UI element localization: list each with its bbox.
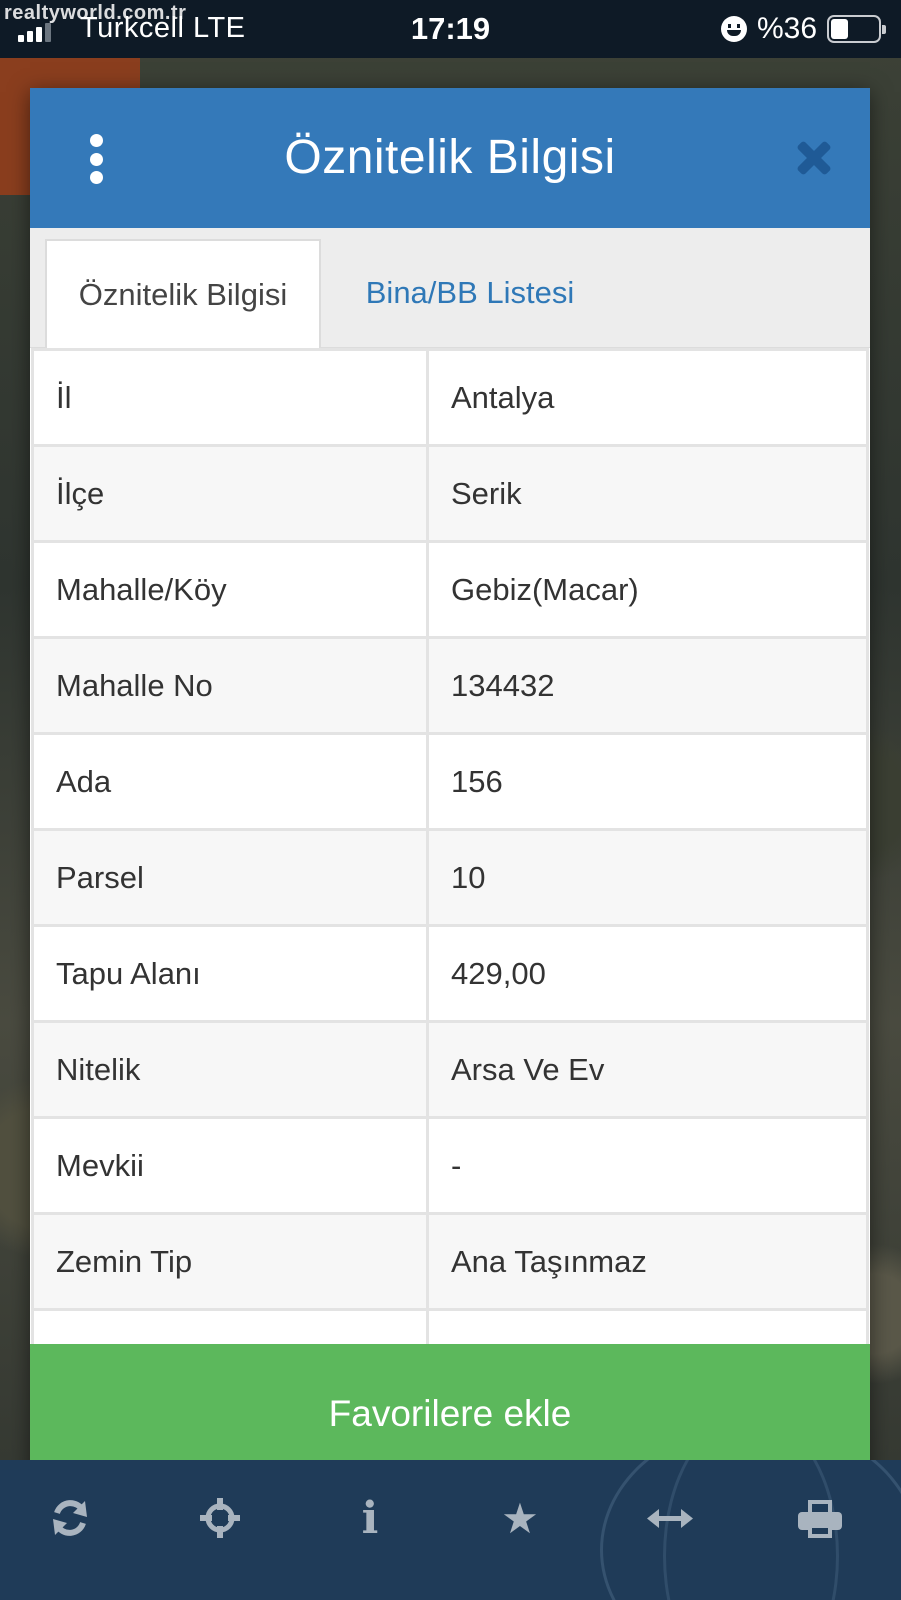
tab-building-list[interactable]: Bina/BB Listesi	[330, 238, 610, 348]
bottom-toolbar: i ★	[0, 1460, 901, 1600]
row-key: Nitelik	[31, 1020, 429, 1119]
table-row: İl Antalya	[31, 348, 869, 447]
row-key: Zemin Tip	[31, 1212, 429, 1311]
row-value: Antalya	[426, 348, 869, 447]
row-key: Mahalle No	[31, 636, 429, 735]
battery-icon	[827, 15, 886, 43]
star-icon[interactable]: ★	[490, 1488, 550, 1548]
modal-header: Öznitelik Bilgisi	[30, 88, 870, 228]
table-row	[31, 1308, 869, 1348]
row-value: 156	[426, 732, 869, 831]
watermark-text: realtyworld.com.tr	[4, 2, 187, 24]
row-key: Parsel	[31, 828, 429, 927]
row-value: Serik	[426, 444, 869, 543]
row-value: -	[426, 1116, 869, 1215]
table-row: Mahalle No 134432	[31, 636, 869, 735]
row-value: 134432	[426, 636, 869, 735]
battery-fill	[831, 19, 848, 39]
attribute-info-modal: Öznitelik Bilgisi Öznitelik Bilgisi Bina…	[30, 88, 870, 1484]
row-key-partial	[31, 1308, 429, 1348]
row-key: İlçe	[31, 444, 429, 543]
table-row: Mahalle/Köy Gebiz(Macar)	[31, 540, 869, 639]
status-right-group: %36	[720, 12, 886, 46]
close-icon[interactable]	[794, 138, 834, 178]
tab-attribute-info[interactable]: Öznitelik Bilgisi	[45, 239, 321, 349]
modal-title: Öznitelik Bilgisi	[284, 131, 616, 184]
row-key: Ada	[31, 732, 429, 831]
table-row: Parsel 10	[31, 828, 869, 927]
row-value: Ana Taşınmaz	[426, 1212, 869, 1311]
table-row: Nitelik Arsa Ve Ev	[31, 1020, 869, 1119]
row-value-partial	[426, 1308, 869, 1348]
row-value: 10	[426, 828, 869, 927]
row-key: Tapu Alanı	[31, 924, 429, 1023]
battery-percent: %36	[756, 12, 817, 45]
row-value: Gebiz(Macar)	[426, 540, 869, 639]
print-icon[interactable]	[790, 1488, 850, 1548]
crosshair-icon[interactable]	[190, 1488, 250, 1548]
smiley-icon	[720, 16, 747, 42]
table-row: Mevkii -	[31, 1116, 869, 1215]
table-row: Ada 156	[31, 732, 869, 831]
row-key: İl	[31, 348, 429, 447]
row-value: Arsa Ve Ev	[426, 1020, 869, 1119]
row-key: Mahalle/Köy	[31, 540, 429, 639]
tabs-bar: Öznitelik Bilgisi Bina/BB Listesi	[30, 228, 870, 349]
table-row: Zemin Tip Ana Taşınmaz	[31, 1212, 869, 1311]
refresh-icon[interactable]	[40, 1488, 100, 1548]
row-value: 429,00	[426, 924, 869, 1023]
attribute-table-scroll[interactable]: İl Antalya İlçe Serik Mahalle/Köy Gebiz(…	[30, 348, 870, 1348]
status-bar: Turkcell LTE 17:19 %36 realtyworld.com.t…	[0, 0, 901, 58]
table-row: İlçe Serik	[31, 444, 869, 543]
attribute-table: İl Antalya İlçe Serik Mahalle/Köy Gebiz(…	[31, 348, 869, 1348]
table-row: Tapu Alanı 429,00	[31, 924, 869, 1023]
row-key: Mevkii	[31, 1116, 429, 1215]
info-icon[interactable]: i	[340, 1488, 400, 1548]
measure-arrows-icon[interactable]	[640, 1488, 700, 1548]
